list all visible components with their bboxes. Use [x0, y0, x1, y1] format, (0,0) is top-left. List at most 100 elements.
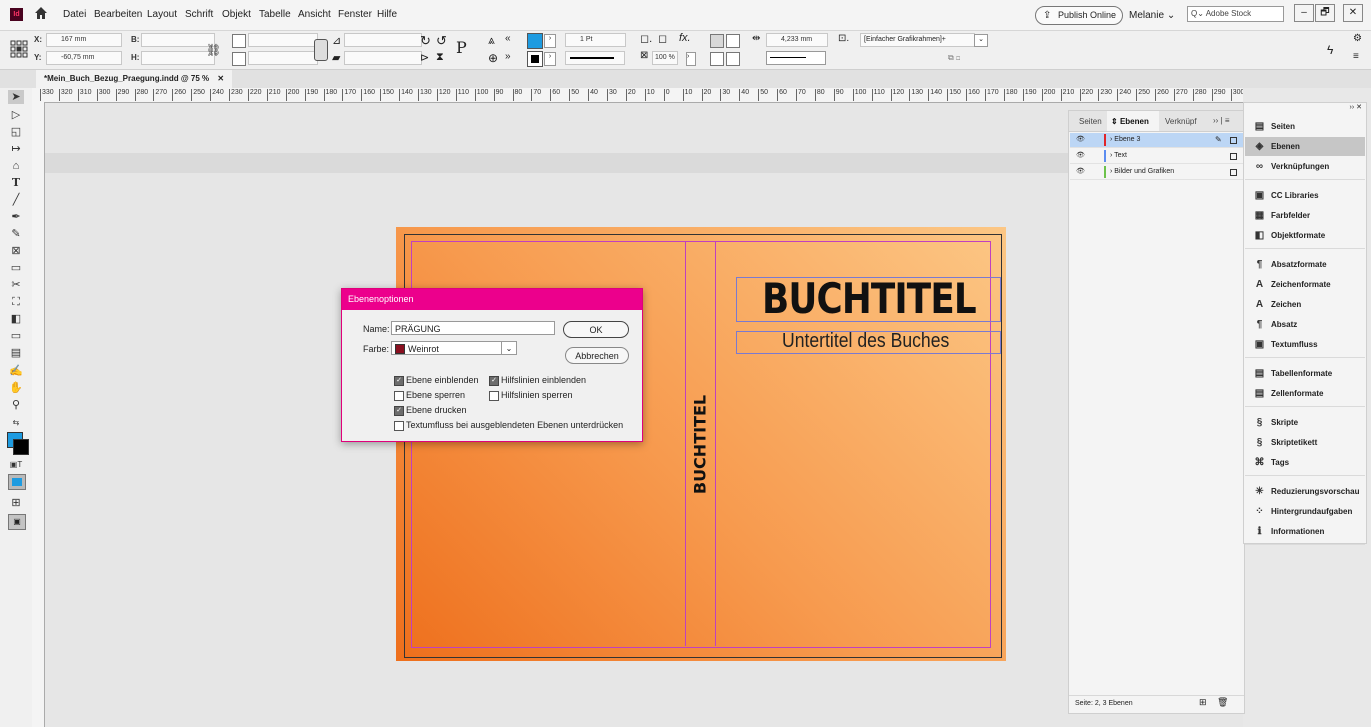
- gap-tool-icon[interactable]: ↦: [8, 142, 24, 156]
- pen-tool-icon[interactable]: ✒: [8, 210, 24, 224]
- close-button[interactable]: ✕: [1343, 4, 1363, 22]
- lock-layer-checkbox[interactable]: [394, 391, 404, 401]
- minimize-button[interactable]: –: [1294, 4, 1314, 22]
- fill-dropdown[interactable]: ›: [544, 34, 556, 48]
- dock-item-reduzierungsvorschau[interactable]: ✳ Reduzierungsvorschau: [1245, 482, 1365, 501]
- gradient-feather-tool-icon[interactable]: ▭: [8, 329, 24, 343]
- layer-select-square[interactable]: [1230, 137, 1237, 144]
- publish-online-button[interactable]: ⇪ Publish Online: [1035, 6, 1124, 25]
- menu-fenster[interactable]: Fenster: [338, 9, 372, 20]
- home-icon[interactable]: [34, 6, 48, 20]
- layer-select-square[interactable]: [1230, 169, 1237, 176]
- object-style-dropdown[interactable]: [Einfacher Grafikrahmen]+: [860, 33, 975, 47]
- eye-icon[interactable]: 👁: [1076, 152, 1085, 160]
- show-guides-checkbox[interactable]: ✓: [489, 376, 499, 386]
- menu-ansicht[interactable]: Ansicht: [298, 9, 331, 20]
- line-tool-icon[interactable]: ╱: [8, 193, 24, 207]
- rotate-cw-icon[interactable]: ↻: [420, 33, 431, 49]
- select-previous-icon[interactable]: «: [505, 33, 511, 44]
- menu-schrift[interactable]: Schrift: [185, 9, 213, 20]
- ok-button[interactable]: OK: [563, 321, 629, 338]
- dock-item-zeichen[interactable]: A Zeichen: [1245, 295, 1365, 314]
- select-content-icon[interactable]: ⊕: [488, 51, 498, 65]
- normal-view-icon[interactable]: ▣: [8, 514, 26, 530]
- screen-mode-icon[interactable]: ⊞: [8, 496, 24, 510]
- align-bottom-icon[interactable]: [726, 52, 740, 66]
- print-layer-checkbox[interactable]: ✓: [394, 406, 404, 416]
- new-layer-icon[interactable]: ⊞: [1199, 697, 1207, 708]
- rotate-ccw-icon[interactable]: ↺: [436, 33, 447, 49]
- width-field[interactable]: [141, 33, 215, 47]
- adobe-stock-search[interactable]: Q⌄ Adobe Stock: [1187, 6, 1284, 22]
- dock-item-skriptetikett[interactable]: § Skriptetikett: [1245, 433, 1365, 452]
- note-tool-icon[interactable]: ▤: [8, 346, 24, 360]
- dock-item-seiten[interactable]: ▤ Seiten: [1245, 117, 1365, 136]
- menu-hilfe[interactable]: Hilfe: [377, 9, 397, 20]
- scale-x-field[interactable]: [248, 33, 318, 47]
- formatting-container-icon[interactable]: ▣T: [8, 458, 24, 472]
- dock-item-objektformate[interactable]: ◧ Objektformate: [1245, 226, 1365, 245]
- height-field[interactable]: [141, 51, 215, 65]
- menu-objekt[interactable]: Objekt: [222, 9, 251, 20]
- layer-color-select[interactable]: Weinrot ⌄: [391, 341, 517, 355]
- panel-expand-icon[interactable]: ›› | ≡: [1213, 116, 1230, 125]
- layer-select-square[interactable]: [1230, 153, 1237, 160]
- drop-shadow-icon[interactable]: ◻: [658, 32, 667, 45]
- shear-field[interactable]: [344, 51, 422, 65]
- stroke-type-dropdown[interactable]: [565, 51, 625, 65]
- eye-icon[interactable]: 👁: [1076, 136, 1085, 144]
- dock-item-absatz[interactable]: ¶ Absatz: [1245, 315, 1365, 334]
- lock-guides-checkbox[interactable]: [489, 391, 499, 401]
- dock-item-tags[interactable]: ⌘ Tags: [1245, 453, 1365, 472]
- selection-tool-icon[interactable]: ➤: [8, 90, 24, 104]
- scale-y-field[interactable]: [248, 51, 318, 65]
- dock-item-zeichenformate[interactable]: A Zeichenformate: [1245, 275, 1365, 294]
- dock-item-farbfelder[interactable]: ▦ Farbfelder: [1245, 206, 1365, 225]
- type-tool-icon[interactable]: T: [8, 176, 24, 190]
- chevron-down-icon[interactable]: ⌄: [974, 34, 988, 47]
- panel-menu-icon[interactable]: ≡: [1353, 51, 1359, 62]
- menu-tabelle[interactable]: Tabelle: [259, 9, 291, 20]
- restore-button[interactable]: 🗗: [1315, 4, 1335, 22]
- constrain-link-icon[interactable]: ⛓: [206, 43, 221, 57]
- user-menu[interactable]: Melanie ⌄: [1129, 10, 1175, 21]
- rectangle-tool-icon[interactable]: ▭: [8, 261, 24, 275]
- opacity-dropdown[interactable]: ›: [686, 52, 696, 66]
- dock-item-cc-libraries[interactable]: ▣ CC Libraries: [1245, 186, 1365, 205]
- menu-datei[interactable]: Datei: [63, 9, 86, 20]
- reference-point-icon[interactable]: [10, 40, 28, 58]
- scissors-tool-icon[interactable]: ✂: [8, 278, 24, 292]
- close-icon[interactable]: ✕: [217, 74, 224, 83]
- dock-item-hintergrundaufgaben[interactable]: ⁘ Hintergrundaufgaben: [1245, 502, 1365, 521]
- text-wrap-none-icon[interactable]: [710, 34, 724, 48]
- layer-row-bilder[interactable]: 👁 › Bilder und Grafiken: [1070, 165, 1243, 180]
- stroke-weight-field[interactable]: 1 Pt: [565, 33, 626, 47]
- dock-item-absatzformate[interactable]: ¶ Absatzformate: [1245, 255, 1365, 274]
- dock-item-tabellenformate[interactable]: ▤ Tabellenformate: [1245, 364, 1365, 383]
- layer-name-input[interactable]: PRÄGUNG: [391, 321, 555, 335]
- flip-vertical-icon[interactable]: ⧗: [436, 51, 444, 64]
- tab-ebenen[interactable]: ⇕ Ebenen: [1111, 117, 1149, 126]
- autofit-icon[interactable]: ⧉ ◻: [948, 53, 960, 63]
- text-wrap-bbox-icon[interactable]: [726, 34, 740, 48]
- direct-selection-tool-icon[interactable]: ▷: [8, 108, 24, 122]
- dock-item-ebenen[interactable]: ◈ Ebenen: [1245, 137, 1365, 156]
- show-layer-checkbox[interactable]: ✓: [394, 376, 404, 386]
- constrain-scale-button[interactable]: [314, 39, 328, 61]
- page-tool-icon[interactable]: ◱: [8, 125, 24, 139]
- menu-bearbeiten[interactable]: Bearbeiten: [94, 9, 142, 20]
- effects-fx-icon[interactable]: fx.: [679, 32, 691, 44]
- trash-icon[interactable]: 🗑: [1217, 697, 1228, 708]
- align-center-icon[interactable]: [710, 52, 724, 66]
- stroke-style-field[interactable]: [766, 51, 826, 65]
- stroke-swatch[interactable]: [527, 51, 543, 67]
- free-transform-tool-icon[interactable]: ⛶: [8, 295, 24, 309]
- opacity-field[interactable]: 100 %: [652, 51, 678, 65]
- cancel-button[interactable]: Abbrechen: [565, 347, 629, 364]
- flip-horizontal-icon[interactable]: ⊳: [420, 51, 429, 64]
- swap-colors-icon[interactable]: ⇆: [8, 416, 24, 430]
- select-container-icon[interactable]: ⩓: [488, 33, 495, 48]
- quick-apply-icon[interactable]: ϟ: [1327, 43, 1333, 57]
- dock-item-zellenformate[interactable]: ▤ Zellenformate: [1245, 384, 1365, 403]
- dock-item-informationen[interactable]: ℹ Informationen: [1245, 522, 1365, 541]
